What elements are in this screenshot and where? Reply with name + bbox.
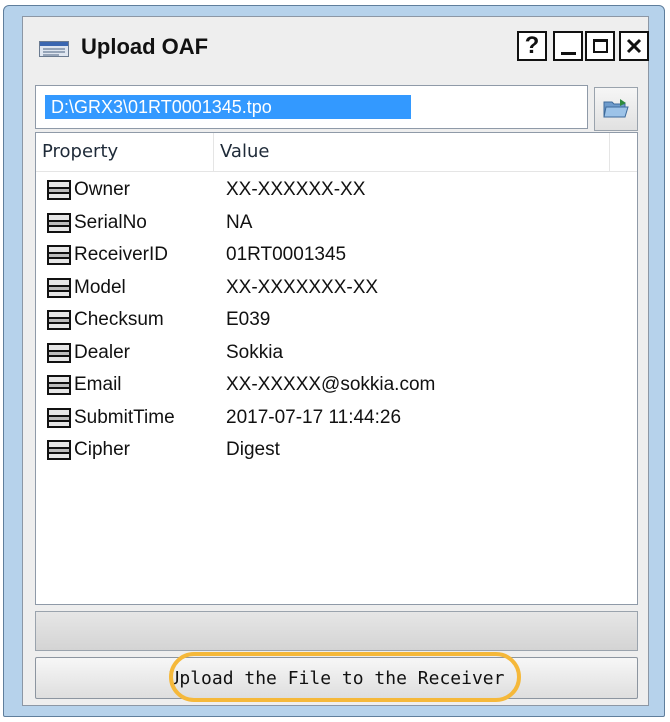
property-name: Dealer (74, 341, 130, 363)
window-title: Upload OAF (81, 34, 209, 59)
folder-open-icon (603, 99, 629, 118)
upload-button-label: Upload the File to the Receiver (168, 667, 505, 689)
property-name: SubmitTime (74, 406, 175, 428)
window-body: Upload OAF ? D:\GRX3\01RT0001345.tpo Pro… (22, 16, 649, 706)
upload-progress-bar (35, 611, 638, 651)
property-icon (47, 407, 71, 428)
file-path-field[interactable]: D:\GRX3\01RT0001345.tpo (35, 85, 588, 129)
property-value: Digest (226, 439, 280, 460)
property-icon (47, 440, 71, 460)
maximize-button[interactable] (585, 31, 615, 61)
upload-oaf-window: Upload OAF ? D:\GRX3\01RT0001345.tpo Pro… (3, 5, 665, 717)
property-icon (47, 342, 71, 363)
property-icon (47, 180, 71, 200)
list-item-dealer[interactable]: Dealer Sokkia (36, 339, 637, 371)
minimize-button[interactable] (553, 31, 583, 61)
property-value: XX-XXXXXXX-XX (226, 276, 379, 298)
property-name: ReceiverID (74, 244, 168, 265)
property-name: SerialNo (74, 211, 147, 233)
property-icon (47, 310, 71, 330)
help-button[interactable]: ? (517, 31, 547, 61)
property-value: NA (226, 211, 253, 233)
property-list[interactable]: Property Value Owner XX-XXXXXX-XX Serial… (35, 132, 638, 605)
property-value: XX-XXXXXX-XX (226, 179, 366, 200)
property-icon (47, 375, 71, 395)
property-name: Model (74, 276, 126, 298)
list-item-email[interactable]: Email XX-XXXXX@sokkia.com (36, 371, 637, 403)
file-path-text: D:\GRX3\01RT0001345.tpo (45, 95, 411, 119)
property-name: Checksum (74, 309, 164, 330)
list-item-checksum[interactable]: Checksum E039 (36, 306, 637, 338)
property-icon (47, 245, 71, 265)
column-header-property[interactable]: Property (36, 133, 214, 171)
minimize-icon (561, 52, 576, 55)
close-button[interactable] (619, 31, 649, 61)
property-name: Owner (74, 179, 130, 200)
title-bar[interactable]: Upload OAF ? (23, 17, 649, 79)
help-icon: ? (524, 32, 540, 59)
window-icon (39, 41, 69, 57)
property-value: 2017-07-17 11:44:26 (226, 406, 402, 428)
property-icon (47, 212, 71, 233)
property-value: 01RT0001345 (226, 244, 347, 265)
list-item-submittime[interactable]: SubmitTime 2017-07-17 11:44:26 (36, 404, 637, 436)
property-value: XX-XXXXX@sokkia.com (226, 374, 436, 395)
list-item-receiverid[interactable]: ReceiverID 01RT0001345 (36, 241, 637, 273)
upload-button[interactable]: Upload the File to the Receiver (35, 652, 638, 702)
maximize-icon (592, 39, 608, 53)
browse-button[interactable] (594, 87, 638, 131)
list-item-serialno[interactable]: SerialNo NA (36, 209, 637, 241)
close-icon (626, 38, 642, 54)
list-item-cipher[interactable]: Cipher Digest (36, 436, 637, 468)
property-value: Sokkia (226, 341, 284, 363)
column-header-value[interactable]: Value (214, 133, 610, 171)
list-item-owner[interactable]: Owner XX-XXXXXX-XX (36, 176, 637, 208)
property-icon (47, 277, 71, 298)
property-name: Cipher (74, 439, 130, 460)
list-header: Property Value (36, 133, 637, 172)
list-item-model[interactable]: Model XX-XXXXXXX-XX (36, 274, 637, 306)
property-name: Email (74, 374, 122, 395)
property-value: E039 (226, 309, 271, 330)
